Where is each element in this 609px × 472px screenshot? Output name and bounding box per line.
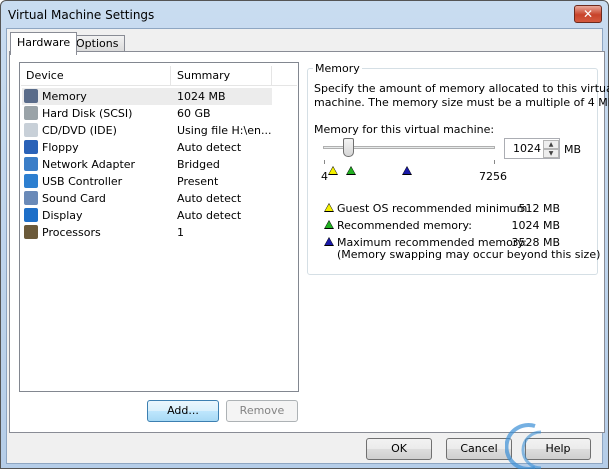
device-name: Floppy: [42, 141, 79, 154]
device-row[interactable]: Network Adapter Bridged: [22, 156, 272, 173]
marker-value: 512 MB: [518, 202, 560, 215]
hard-disk-icon: [24, 106, 38, 120]
device-summary: Bridged: [177, 158, 220, 171]
memory-value-input[interactable]: 1024: [513, 142, 541, 155]
tab-hardware[interactable]: Hardware: [10, 32, 78, 55]
device-row[interactable]: Processors 1: [22, 224, 272, 241]
spin-down-icon[interactable]: ▼: [543, 149, 559, 158]
max-recommended-marker-legend-icon: [324, 237, 334, 246]
marker-value: 1024 MB: [511, 219, 560, 232]
device-row[interactable]: Display Auto detect: [22, 207, 272, 224]
device-row[interactable]: Sound Card Auto detect: [22, 190, 272, 207]
device-row[interactable]: Hard Disk (SCSI) 60 GB: [22, 105, 272, 122]
device-row[interactable]: Floppy Auto detect: [22, 139, 272, 156]
device-summary: Present: [177, 175, 219, 188]
ok-button[interactable]: OK: [366, 438, 432, 460]
recommended-marker-icon: [345, 166, 356, 175]
column-separator: [271, 66, 272, 86]
device-name: CD/DVD (IDE): [42, 124, 117, 137]
column-header-device[interactable]: Device: [26, 69, 64, 82]
device-summary: 1: [177, 226, 184, 239]
remove-button[interactable]: Remove: [226, 400, 298, 422]
min-recommended-marker-icon: [327, 166, 338, 175]
column-header-summary[interactable]: Summary: [177, 69, 230, 82]
memory-icon: [24, 89, 38, 103]
device-summary: 60 GB: [177, 107, 211, 120]
max-recommended-marker-icon: [401, 166, 412, 175]
network-adapter-icon: [24, 157, 38, 171]
memory-spinbox[interactable]: 1024 ▲ ▼: [504, 138, 560, 159]
device-summary: Auto detect: [177, 141, 242, 154]
device-summary: Auto detect: [177, 209, 242, 222]
device-list[interactable]: Device Summary Memory 1024 MB Hard Disk (S…: [19, 62, 299, 392]
cd-dvd-icon: [24, 123, 38, 137]
device-summary: 1024 MB: [177, 90, 226, 103]
device-name: USB Controller: [42, 175, 123, 188]
device-name: Display: [42, 209, 83, 222]
swap-note: (Memory swapping may occur beyond this s…: [337, 248, 601, 261]
device-name: Processors: [42, 226, 101, 239]
device-name: Memory: [42, 90, 87, 103]
slider-max-label: 7256: [479, 170, 507, 183]
usb-icon: [24, 174, 38, 188]
memory-group-title: Memory: [313, 62, 362, 75]
spin-up-icon[interactable]: ▲: [543, 140, 559, 149]
device-name: Network Adapter: [42, 158, 136, 171]
memory-description: Specify the amount of memory allocated t…: [314, 82, 609, 95]
add-button[interactable]: Add...: [147, 400, 219, 422]
slider-tick: [494, 160, 495, 164]
marker-label: Recommended memory:: [337, 219, 472, 232]
slider-label: Memory for this virtual machine:: [314, 123, 495, 136]
device-row[interactable]: CD/DVD (IDE) Using file H:\en...: [22, 122, 272, 139]
recommended-marker-legend-icon: [324, 220, 334, 229]
memory-unit: MB: [564, 143, 582, 156]
min-recommended-marker-legend-icon: [324, 203, 334, 212]
device-name: Hard Disk (SCSI): [42, 107, 133, 120]
column-separator: [170, 66, 171, 86]
close-button[interactable]: ✕: [574, 5, 602, 23]
tab-options[interactable]: Options: [69, 35, 126, 52]
cancel-button[interactable]: Cancel: [446, 438, 512, 460]
device-row[interactable]: Memory 1024 MB: [22, 88, 272, 105]
marker-label: Guest OS recommended minimum:: [337, 202, 532, 215]
slider-tick: [324, 160, 325, 164]
device-summary: Auto detect: [177, 192, 242, 205]
floppy-icon: [24, 140, 38, 154]
display-icon: [24, 208, 38, 222]
list-header: Device Summary: [21, 66, 297, 86]
device-row[interactable]: USB Controller Present: [22, 173, 272, 190]
sound-card-icon: [24, 191, 38, 205]
device-summary: Using file H:\en...: [177, 124, 272, 137]
processor-icon: [24, 225, 38, 239]
device-name: Sound Card: [42, 192, 106, 205]
memory-description: machine. The memory size must be a multi…: [314, 96, 609, 109]
window-title: Virtual Machine Settings: [8, 8, 155, 22]
memory-slider-thumb[interactable]: [342, 138, 354, 157]
help-button[interactable]: Help: [525, 438, 591, 460]
